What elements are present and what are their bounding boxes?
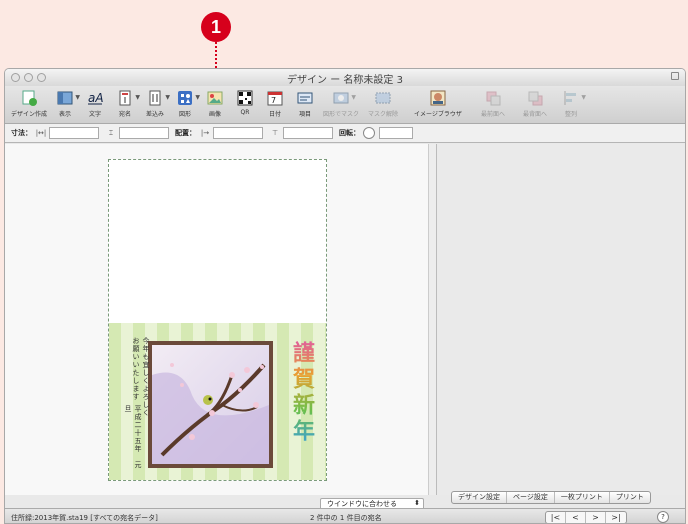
- qr-icon: [237, 89, 253, 107]
- insert-icon: ▼: [147, 89, 170, 107]
- view-label: 表示: [58, 111, 71, 118]
- address-button[interactable]: ▼ 宛名: [111, 86, 140, 118]
- text-button[interactable]: aA 文字: [81, 86, 109, 118]
- bring-front-label: 最前面へ: [480, 111, 505, 118]
- image-browser-button[interactable]: イメージブラウザ: [405, 86, 471, 118]
- align-icon: ▼: [563, 89, 586, 107]
- view-icon: ▼: [57, 89, 80, 107]
- svg-text:aA: aA: [88, 91, 103, 105]
- vertical-scrollbar[interactable]: [428, 144, 437, 495]
- position-label: 配置：: [175, 129, 196, 137]
- text-icon: aA: [87, 89, 103, 107]
- address-label: 宛名: [118, 111, 131, 118]
- qr-label: QR: [240, 109, 250, 116]
- image-label: 画像: [208, 111, 221, 118]
- design-create-button[interactable]: デザイン作成: [9, 86, 49, 118]
- status-bar: 住所録:2013年賀.sta19 [すべての宛名データ] 2 件中の 1 件目の…: [5, 508, 685, 523]
- image-browser-icon: [430, 89, 446, 107]
- design-settings-button[interactable]: デザイン設定: [452, 492, 507, 503]
- send-back-icon: [527, 89, 543, 107]
- send-to-back-button[interactable]: 最背面へ: [515, 86, 555, 118]
- rotation-label: 回転：: [339, 129, 360, 137]
- align-label: 整列: [564, 111, 577, 118]
- x-position-icon: |→: [200, 129, 210, 137]
- y-position-field[interactable]: [283, 127, 333, 139]
- new-design-icon: [21, 89, 37, 107]
- qr-button[interactable]: QR: [231, 86, 259, 116]
- send-back-label: 最背面へ: [522, 111, 547, 118]
- svg-text:7: 7: [271, 96, 276, 105]
- last-record-button[interactable]: >|: [606, 512, 626, 523]
- bring-to-front-button[interactable]: 最前面へ: [473, 86, 513, 118]
- insert-label: 差込み: [145, 111, 164, 118]
- address-icon: ▼: [117, 89, 140, 107]
- item-icon: [297, 89, 313, 107]
- shape-mask-button[interactable]: ▼ 図形でマスク: [321, 86, 361, 118]
- single-print-button[interactable]: 一枚プリント: [555, 492, 610, 503]
- y-position-icon: ⊤: [271, 129, 279, 137]
- shape-icon: ▼: [177, 89, 200, 107]
- width-field[interactable]: [49, 127, 99, 139]
- width-icon: |↔|: [35, 129, 47, 137]
- shape-button[interactable]: ▼ 図形: [171, 86, 200, 118]
- image-button[interactable]: 画像: [201, 86, 229, 118]
- kinga-shinnen-text: 謹賀新年: [289, 341, 315, 445]
- record-count: 2 件中の 1 件目の宛名: [310, 514, 382, 522]
- item-label: 項目: [298, 111, 311, 118]
- height-icon: ⌶: [108, 128, 114, 137]
- property-bar: 寸法： |↔| ⌶ 配置： |→ ⊤ 回転：: [5, 124, 685, 143]
- titlebar: デザイン ー 名称未設定 3: [5, 69, 685, 86]
- settings-button-group: デザイン設定 ページ設定 一枚プリント プリント: [451, 491, 651, 504]
- x-position-field[interactable]: [213, 127, 263, 139]
- date-text: 平成二十五年 元旦: [124, 405, 142, 469]
- align-button[interactable]: ▼ 整列: [557, 86, 586, 118]
- inspector-pane: [437, 144, 685, 495]
- insert-button[interactable]: ▼ 差込み: [141, 86, 170, 118]
- callout-number: 1: [201, 12, 231, 42]
- bring-front-icon: [485, 89, 501, 107]
- help-button[interactable]: ?: [657, 511, 669, 523]
- page-settings-button[interactable]: ページ設定: [507, 492, 555, 503]
- shape-mask-label: 図形でマスク: [322, 111, 359, 118]
- rotation-field[interactable]: [379, 127, 413, 139]
- previous-record-button[interactable]: <: [566, 512, 586, 523]
- image-browser-label: イメージブラウザ: [414, 111, 462, 118]
- unmask-button[interactable]: マスク解除: [363, 86, 403, 118]
- text-label: 文字: [88, 111, 101, 118]
- workspace: 今年も宜しくよろしくお願いいたします 平成二十五年 元旦 謹賀新年: [5, 144, 685, 495]
- first-record-button[interactable]: |<: [546, 512, 566, 523]
- height-field[interactable]: [119, 127, 169, 139]
- design-create-label: デザイン作成: [10, 111, 47, 118]
- fullscreen-icon[interactable]: [671, 72, 679, 80]
- unmask-icon: [375, 89, 391, 107]
- calendar-icon: 7: [267, 89, 283, 107]
- mask-icon: ▼: [333, 89, 356, 107]
- window-title: デザイン ー 名称未設定 3: [287, 75, 403, 86]
- toolbar: デザイン作成 ▼ 表示 aA 文字 ▼ 宛名 ▼ 差込み ▼ 図形 画像 QR …: [5, 86, 685, 124]
- rotation-dial[interactable]: [363, 127, 375, 139]
- new-year-design[interactable]: 今年も宜しくよろしくお願いいたします 平成二十五年 元旦 謹賀新年: [109, 323, 326, 480]
- address-book-status: 住所録:2013年賀.sta19 [すべての宛名データ]: [11, 514, 158, 522]
- shape-label: 図形: [178, 111, 191, 118]
- unmask-label: マスク解除: [367, 111, 398, 118]
- app-window: デザイン ー 名称未設定 3 デザイン作成 ▼ 表示 aA 文字 ▼ 宛名 ▼ …: [4, 68, 686, 524]
- date-button[interactable]: 7 日付: [261, 86, 289, 118]
- next-record-button[interactable]: >: [586, 512, 606, 523]
- record-navigation: |< < > >|: [545, 511, 627, 523]
- postcard[interactable]: 今年も宜しくよろしくお願いいたします 平成二十五年 元旦 謹賀新年: [108, 159, 327, 481]
- date-label: 日付: [268, 111, 281, 118]
- design-canvas[interactable]: 今年も宜しくよろしくお願いいたします 平成二十五年 元旦 謹賀新年: [5, 144, 428, 495]
- select-arrows-icon: ⬍: [414, 499, 420, 507]
- image-icon: [207, 89, 223, 107]
- item-button[interactable]: 項目: [291, 86, 319, 118]
- size-label: 寸法：: [11, 129, 32, 137]
- plum-blossom-picture: [148, 341, 273, 468]
- print-button[interactable]: プリント: [610, 492, 650, 503]
- view-button[interactable]: ▼ 表示: [51, 86, 80, 118]
